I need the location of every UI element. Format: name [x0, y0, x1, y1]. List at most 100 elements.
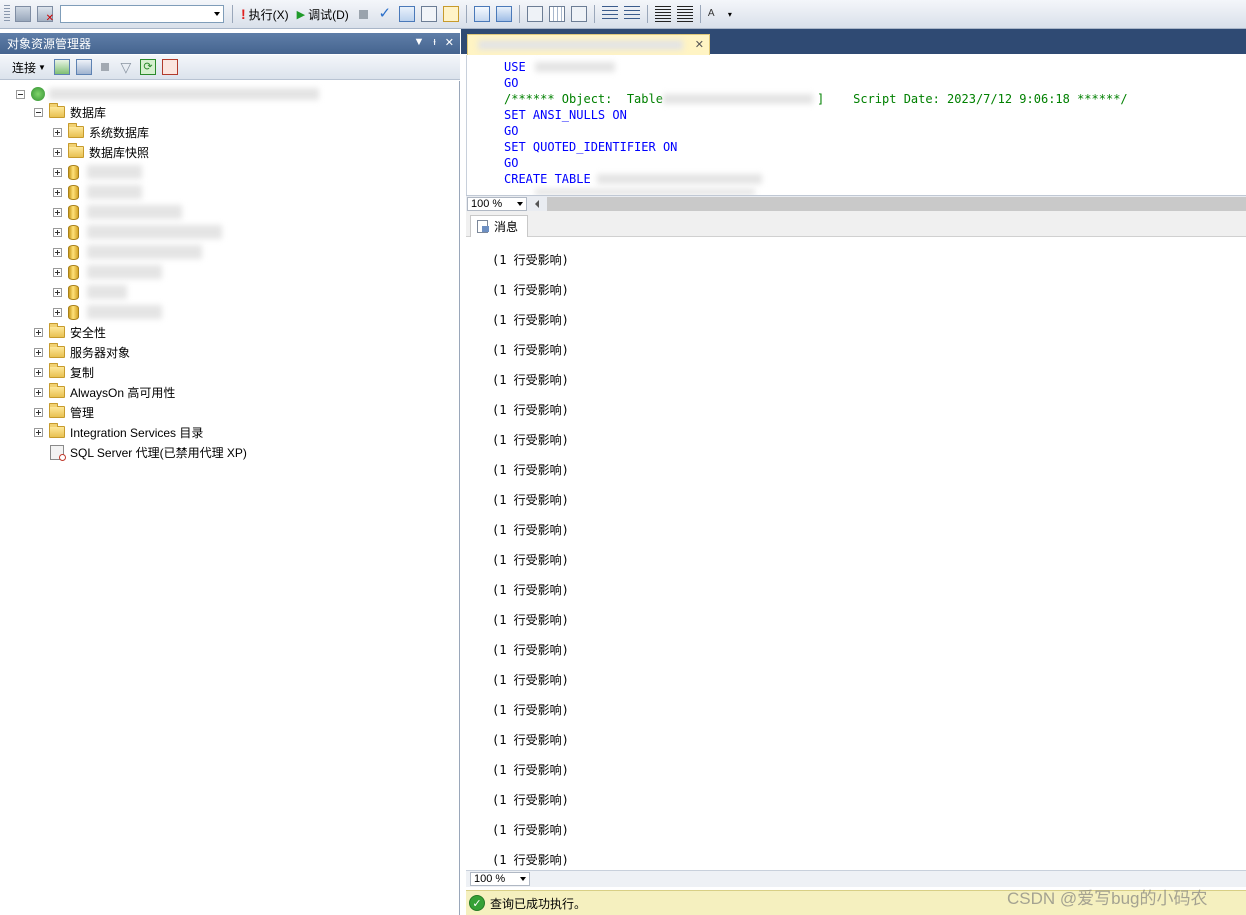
tree-node-label: SQL Server 代理(已禁用代理 XP) — [70, 445, 247, 460]
include-actual-plan-icon[interactable] — [495, 6, 512, 22]
debug-button[interactable]: ▶ 调试(D) — [297, 6, 349, 23]
code-line: /****** Object: Table — [504, 91, 670, 107]
message-row: (1 行受影响) — [492, 283, 569, 297]
folder-icon — [68, 123, 84, 138]
display-estimated-plan-icon[interactable] — [398, 6, 415, 22]
window-position-chevron-icon[interactable]: ▼ — [413, 36, 424, 49]
folder-icon — [49, 363, 65, 378]
filter-icon[interactable]: ▽ — [118, 59, 134, 75]
tab-messages[interactable]: 消息 — [470, 215, 528, 237]
collapse-toggle-icon[interactable] — [34, 107, 43, 117]
expand-toggle-icon[interactable] — [53, 267, 62, 277]
tree-node-alwayson[interactable]: AlwaysOn 高可用性 — [34, 382, 175, 402]
intellisense-icon[interactable] — [473, 6, 490, 22]
stop-icon[interactable] — [100, 63, 109, 71]
tree-node-user-database[interactable] — [53, 302, 162, 322]
disconnect-icon[interactable] — [75, 59, 92, 75]
tree-node-user-database[interactable] — [53, 182, 142, 202]
code-keyword: SET QUOTED_IDENTIFIER ON — [504, 140, 678, 154]
code-comment: /****** Object: Table — [504, 92, 671, 106]
expand-toggle-icon[interactable] — [34, 367, 43, 377]
expand-toggle-icon[interactable] — [53, 127, 62, 137]
query-options-icon[interactable] — [442, 6, 459, 22]
tree-node-integration-services[interactable]: Integration Services 目录 — [34, 422, 203, 442]
close-icon[interactable]: ✕ — [695, 38, 704, 51]
message-row: (1 行受影响) — [492, 643, 569, 657]
tree-node-user-database[interactable] — [53, 282, 127, 302]
cancel-query-icon[interactable] — [358, 9, 368, 19]
tree-node-user-database[interactable] — [53, 242, 202, 262]
expand-toggle-icon[interactable] — [34, 427, 43, 437]
chevron-down-icon — [517, 201, 523, 206]
tree-node-databases[interactable]: 数据库 — [34, 102, 106, 122]
chevron-down-icon: ▼ — [38, 62, 46, 72]
database-icon — [68, 224, 79, 240]
toolbar-separator — [465, 5, 467, 23]
results-to-text-icon[interactable] — [526, 6, 543, 22]
tree-node-sql-server-agent[interactable]: SQL Server 代理(已禁用代理 XP) — [50, 442, 247, 462]
results-zoom-dropdown[interactable]: 100 % — [470, 872, 530, 886]
messages-pane[interactable]: (1 行受影响) (1 行受影响) (1 行受影响) (1 行受影响) (1 行受影响)… — [466, 237, 1246, 870]
expand-toggle-icon[interactable] — [53, 247, 62, 257]
message-row: (1 行受影响) — [492, 403, 569, 417]
collapse-toggle-icon[interactable] — [16, 89, 25, 99]
change-connection-icon[interactable] — [15, 6, 31, 22]
decrease-indent-icon[interactable] — [654, 6, 671, 22]
tree-node-label: 系统数据库 — [89, 125, 150, 140]
execute-label: 执行(X) — [248, 7, 289, 22]
auto-hide-pin-icon[interactable]: ᵻ — [433, 36, 435, 49]
status-text: 查询已成功执行。 — [490, 896, 587, 911]
expand-toggle-icon[interactable] — [53, 307, 62, 317]
increase-indent-icon[interactable] — [676, 6, 693, 22]
horizontal-scrollbar[interactable] — [547, 196, 1246, 211]
parse-checkmark-icon[interactable]: ✓ — [377, 6, 393, 22]
editor-zoom-dropdown[interactable]: 100 % — [467, 196, 527, 211]
tree-node-database-snapshots[interactable]: 数据库快照 — [53, 142, 149, 162]
toolbar-separator — [593, 5, 595, 23]
tree-node-security[interactable]: 安全性 — [34, 322, 106, 342]
disconnect-icon[interactable]: ✕ — [37, 6, 54, 24]
message-row: (1 行受影响) — [492, 823, 569, 837]
toolbar-overflow-chevron-icon[interactable]: ▾ — [728, 10, 732, 19]
toolbar-separator — [699, 5, 701, 23]
results-to-grid-icon[interactable] — [548, 6, 565, 22]
connect-button[interactable]: 连接 ▼ — [12, 59, 46, 76]
expand-toggle-icon[interactable] — [34, 387, 43, 397]
available-databases-dropdown[interactable] — [60, 5, 224, 23]
expand-toggle-icon[interactable] — [34, 407, 43, 417]
message-row: (1 行受影响) — [492, 853, 569, 867]
comment-lines-icon[interactable] — [601, 6, 618, 22]
toolbar-grip[interactable] — [4, 5, 10, 23]
specify-template-values-icon[interactable]: A — [708, 6, 724, 22]
activity-monitor-icon[interactable] — [161, 59, 178, 75]
message-row: (1 行受影响) — [492, 463, 569, 477]
expand-toggle-icon[interactable] — [34, 347, 43, 357]
scroll-left-icon[interactable] — [535, 199, 539, 208]
database-icon — [68, 284, 79, 300]
tree-node-server-objects[interactable]: 服务器对象 — [34, 342, 130, 362]
close-icon[interactable]: ✕ — [445, 36, 454, 49]
query-document-tab[interactable]: ✕ — [467, 34, 710, 55]
expand-toggle-icon[interactable] — [53, 187, 62, 197]
tree-node-system-databases[interactable]: 系统数据库 — [53, 122, 149, 142]
refresh-icon[interactable]: ⟳ — [139, 59, 156, 75]
expand-toggle-icon[interactable] — [53, 147, 62, 157]
expand-toggle-icon[interactable] — [53, 207, 62, 217]
expand-toggle-icon[interactable] — [34, 327, 43, 337]
tree-node-user-database[interactable] — [53, 162, 142, 182]
connect-object-explorer-icon[interactable] — [53, 59, 70, 75]
query-designer-icon[interactable] — [420, 6, 437, 22]
tree-node-management[interactable]: 管理 — [34, 402, 94, 422]
expand-toggle-icon[interactable] — [53, 287, 62, 297]
tree-node-user-database[interactable] — [53, 202, 182, 222]
expand-toggle-icon[interactable] — [53, 227, 62, 237]
tree-node-user-database[interactable] — [53, 262, 162, 282]
query-editor[interactable]: USE GO /****** Object: Table ] Script Da… — [466, 55, 1246, 195]
results-to-file-icon[interactable] — [570, 6, 587, 22]
tree-node-user-database[interactable] — [53, 222, 222, 242]
execute-button[interactable]: ! 执行(X) — [241, 6, 289, 23]
tree-node-replication[interactable]: 复制 — [34, 362, 94, 382]
expand-toggle-icon[interactable] — [53, 167, 62, 177]
uncomment-lines-icon[interactable] — [623, 6, 640, 22]
tree-node-server[interactable] — [16, 84, 319, 104]
